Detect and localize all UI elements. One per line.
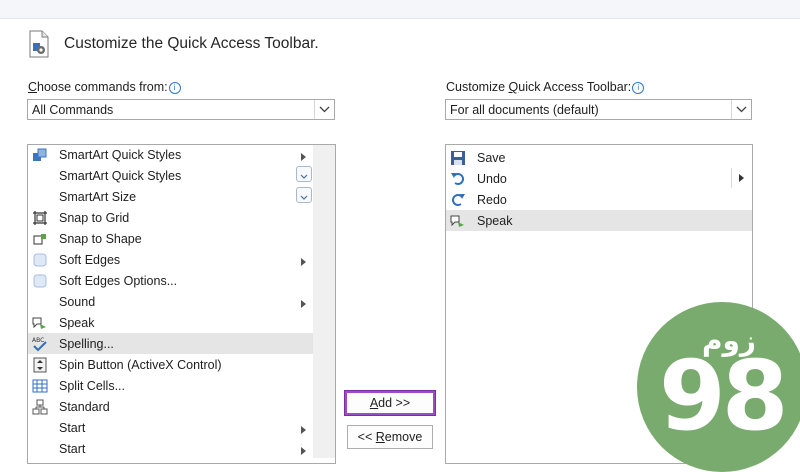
- list-item-label: SmartArt Quick Styles: [59, 147, 182, 162]
- submenu-arrow-icon: [301, 423, 306, 437]
- chevron-down-icon[interactable]: [731, 100, 751, 119]
- remove-button-label: emove: [384, 430, 423, 444]
- list-item[interactable]: Snap to Shape: [28, 228, 314, 249]
- dropdown-value: For all documents (default): [450, 103, 599, 117]
- info-icon[interactable]: i: [632, 82, 645, 94]
- spelling-icon: ABC: [32, 336, 48, 352]
- list-item-label: SmartArt Size: [59, 189, 137, 204]
- button-accelerator: R: [375, 430, 385, 444]
- list-item-selected[interactable]: Speak: [446, 210, 752, 231]
- list-item-label: Soft Edges: [59, 252, 121, 267]
- list-item-selected[interactable]: ABC Spelling...: [28, 333, 314, 354]
- label-text-post: uick Access Toolbar:: [518, 80, 632, 94]
- list-item[interactable]: Soft Edges Options...: [28, 270, 314, 291]
- redo-icon: [450, 192, 466, 208]
- dialog-title: Customize the Quick Access Toolbar.: [64, 35, 319, 52]
- list-item[interactable]: Start: [28, 438, 314, 459]
- gallery-expand-icon: [296, 187, 312, 203]
- list-item-label: Spelling...: [59, 336, 114, 351]
- chevron-down-icon[interactable]: [314, 100, 334, 119]
- save-icon: [450, 150, 466, 166]
- snap-grid-icon: [32, 210, 48, 226]
- submenu-arrow-icon: [301, 444, 306, 458]
- list-item-label: SmartArt Quick Styles: [59, 168, 182, 183]
- label-text: hoose commands from:: [37, 80, 168, 94]
- label-accelerator: Q: [508, 80, 519, 94]
- undo-icon: [450, 171, 466, 187]
- list-item-label: Soft Edges Options...: [59, 273, 178, 288]
- button-accelerator: A: [369, 396, 379, 410]
- list-item[interactable]: Snap to Grid: [28, 207, 314, 228]
- list-item-label: Redo: [477, 192, 507, 207]
- list-item-label: Start: [59, 420, 86, 435]
- submenu-arrow-icon: [301, 255, 306, 269]
- svg-text:ABC: ABC: [32, 337, 44, 344]
- document-settings-icon: [29, 30, 49, 58]
- soft-edges-options-icon: [32, 273, 48, 289]
- dialog-header: Customize the Quick Access Toolbar.: [28, 30, 319, 58]
- info-icon[interactable]: i: [168, 82, 181, 94]
- list-item-label: Snap to Shape: [59, 231, 142, 246]
- list-item[interactable]: Split Cells...: [28, 375, 314, 396]
- list-item-label: Standard: [59, 399, 110, 414]
- list-item[interactable]: Sound: [28, 291, 314, 312]
- standard-icon: [32, 399, 48, 415]
- gallery-expand-icon: [296, 166, 312, 182]
- list-item[interactable]: SmartArt Quick Styles: [28, 145, 314, 165]
- list-item-label: Spin Button (ActiveX Control): [59, 357, 222, 372]
- list-item[interactable]: Soft Edges: [28, 249, 314, 270]
- list-item-label: Split Cells...: [59, 378, 125, 393]
- label-accelerator: C: [28, 80, 38, 94]
- list-item-label: Undo: [477, 171, 507, 186]
- list-item[interactable]: Undo: [446, 168, 752, 189]
- list-item-label: Speak: [59, 315, 95, 330]
- snap-shape-icon: [32, 231, 48, 247]
- top-strip: [0, 0, 800, 19]
- list-item-label: Snap to Grid: [59, 210, 130, 225]
- smartart-styles-icon: [32, 147, 48, 163]
- add-button[interactable]: Add >>: [344, 390, 436, 416]
- list-item[interactable]: Standard: [28, 396, 314, 417]
- speak-icon: [450, 213, 466, 229]
- dropdown-value: All Commands: [32, 103, 114, 117]
- soft-edges-icon: [32, 252, 48, 268]
- watermark-number: 98: [659, 340, 789, 452]
- commands-list-scrollbar[interactable]: [313, 145, 335, 458]
- watermark-logo: زوم 98: [637, 302, 800, 472]
- customize-toolbar-label: Customize Quick Access Toolbar: i: [446, 80, 645, 94]
- commands-from-dropdown[interactable]: All Commands: [27, 99, 335, 120]
- speak-icon: [32, 315, 48, 331]
- list-item[interactable]: Save: [446, 147, 752, 168]
- commands-list[interactable]: SmartArt Quick Styles SmartArt Quick Sty…: [27, 144, 336, 464]
- submenu-arrow-icon[interactable]: [731, 168, 752, 188]
- list-item[interactable]: Redo: [446, 189, 752, 210]
- list-item[interactable]: SmartArt Size: [28, 186, 314, 207]
- toolbar-scope-dropdown[interactable]: For all documents (default): [445, 99, 752, 120]
- list-item-label: Speak: [477, 213, 513, 228]
- label-text-pre: Customize: [446, 80, 509, 94]
- list-item[interactable]: Speak: [28, 312, 314, 333]
- list-item-label: Start: [59, 441, 86, 456]
- list-item[interactable]: SmartArt Quick Styles: [28, 165, 314, 186]
- spin-button-icon: [32, 357, 48, 373]
- list-item-label: Sound: [59, 294, 96, 309]
- submenu-arrow-icon: [301, 297, 306, 311]
- remove-button-prefix: <<: [357, 430, 376, 444]
- add-button-label: dd >>: [378, 396, 411, 410]
- list-item-label: Save: [477, 150, 506, 165]
- choose-commands-label: Choose commands from: i: [28, 80, 181, 94]
- split-cells-icon: [32, 378, 48, 394]
- list-item[interactable]: Start: [28, 417, 314, 438]
- list-item[interactable]: Spin Button (ActiveX Control): [28, 354, 314, 375]
- remove-button[interactable]: << Remove: [347, 425, 433, 449]
- submenu-arrow-icon: [301, 150, 306, 164]
